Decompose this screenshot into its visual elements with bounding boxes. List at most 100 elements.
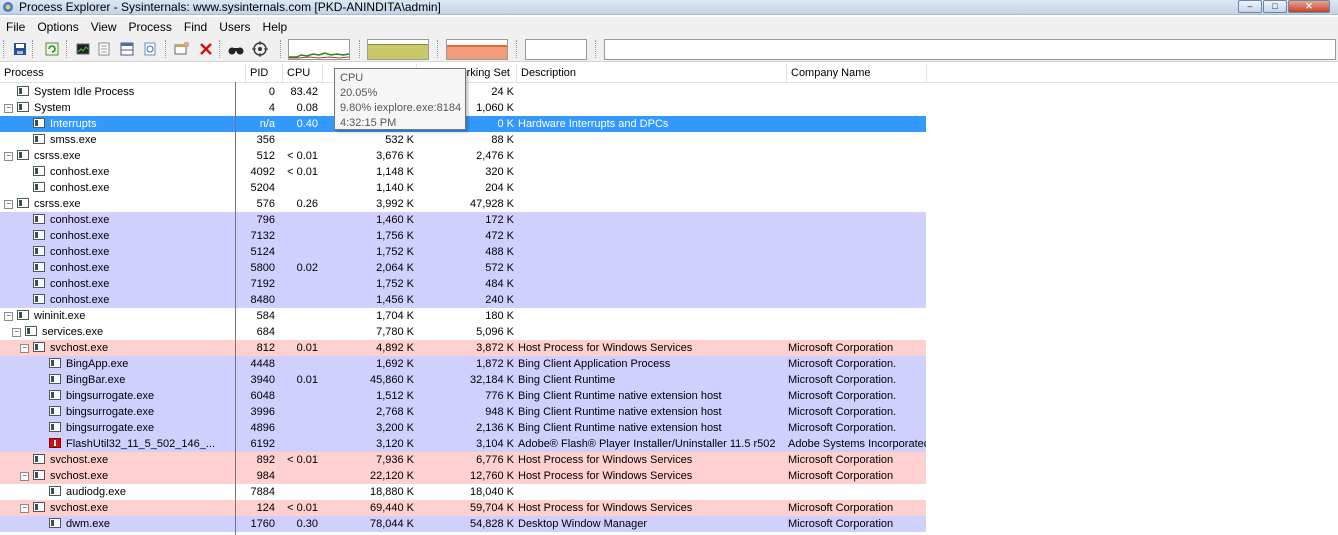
process-row[interactable]: bingsurrogate.exe 6048 1,512 K 776 K Bing Cl… xyxy=(0,388,926,404)
process-company xyxy=(788,308,926,324)
menu-options[interactable]: Options xyxy=(31,17,84,37)
close-button[interactable]: ✕ xyxy=(1288,0,1330,13)
process-pid: 5800 xyxy=(250,262,275,274)
process-cpu: < 0.01 xyxy=(287,150,318,162)
process-name: wininit.exe xyxy=(34,310,86,322)
process-row[interactable]: conhost.exe 4092 < 0.01 1,148 K 320 K xyxy=(0,164,926,180)
column-cpu[interactable]: CPU xyxy=(283,64,323,82)
process-row[interactable]: − csrss.exe 512 < 0.01 3,676 K 2,476 K xyxy=(0,148,926,164)
process-company xyxy=(788,292,926,308)
process-row[interactable]: conhost.exe 8480 1,456 K 240 K xyxy=(0,292,926,308)
menu-view[interactable]: View xyxy=(85,17,123,37)
process-name: conhost.exe xyxy=(50,278,110,290)
process-name: System xyxy=(34,102,71,114)
process-company: Microsoft Corporation xyxy=(788,342,894,354)
process-private-bytes: 3,200 K xyxy=(376,422,414,434)
process-explorer-icon xyxy=(3,2,13,12)
process-row[interactable]: − svchost.exe 124 < 0.01 69,440 K 59,704 K Hos… xyxy=(0,500,926,516)
process-working-set: 88 K xyxy=(491,134,514,146)
process-company: Microsoft Corporation. xyxy=(788,390,897,402)
process-row[interactable]: BingBar.exe 3940 0.01 45,860 K 32,184 K Bing … xyxy=(0,372,926,388)
process-working-set: 32,184 K xyxy=(469,374,514,386)
process-row[interactable]: svchost.exe 892 < 0.01 7,936 K 6,776 K Host P… xyxy=(0,452,926,468)
collapse-toggle-icon[interactable]: − xyxy=(12,328,21,337)
process-private-bytes: 1,140 K xyxy=(376,182,414,194)
process-row[interactable]: audiodg.exe 7884 18,880 K 18,040 K xyxy=(0,484,926,500)
process-company: Adobe Systems Incorporated xyxy=(788,438,926,450)
process-row[interactable]: conhost.exe 5800 0.02 2,064 K 572 K xyxy=(0,260,926,276)
process-pid: 124 xyxy=(256,502,275,514)
cpu-graph[interactable] xyxy=(288,39,350,60)
properties-icon[interactable] xyxy=(95,40,112,57)
process-name: conhost.exe xyxy=(50,294,110,306)
column-divider xyxy=(235,82,236,535)
collapse-toggle-icon[interactable]: − xyxy=(4,104,13,113)
maximize-button[interactable]: □ xyxy=(1263,0,1287,13)
process-pid: 6192 xyxy=(250,438,275,450)
process-pid: 984 xyxy=(256,470,275,482)
process-icon xyxy=(49,486,61,496)
target-icon[interactable] xyxy=(251,40,268,57)
process-row[interactable]: conhost.exe 7192 1,752 K 484 K xyxy=(0,276,926,292)
collapse-toggle-icon[interactable]: − xyxy=(20,504,29,513)
menu-process[interactable]: Process xyxy=(123,17,178,37)
commit-graph[interactable] xyxy=(367,39,429,60)
io-graph[interactable] xyxy=(446,39,508,60)
process-row[interactable]: − wininit.exe 584 1,704 K 180 K xyxy=(0,308,926,324)
process-row[interactable]: dwm.exe 1760 0.30 78,044 K 54,828 K Desktop W… xyxy=(0,516,926,532)
collapse-toggle-icon[interactable]: − xyxy=(4,152,13,161)
process-cpu xyxy=(286,276,318,292)
kill-icon[interactable] xyxy=(197,40,214,57)
process-row[interactable]: conhost.exe 7132 1,756 K 472 K xyxy=(0,228,926,244)
process-private-bytes: 1,752 K xyxy=(376,278,414,290)
toolbar-grip xyxy=(516,40,518,58)
process-row[interactable]: smss.exe 356 532 K 88 K xyxy=(0,132,926,148)
process-row[interactable]: conhost.exe 5124 1,752 K 488 K xyxy=(0,244,926,260)
process-name: bingsurrogate.exe xyxy=(66,422,155,434)
process-row[interactable]: bingsurrogate.exe 4896 3,200 K 2,136 K Bing … xyxy=(0,420,926,436)
process-icon xyxy=(49,406,61,416)
toolbar-separator xyxy=(219,40,221,58)
tooltip-value: 20.05% xyxy=(340,87,378,99)
minimize-button[interactable]: – xyxy=(1238,0,1262,13)
process-row[interactable]: BingApp.exe 4448 1,692 K 1,872 K Bing Client… xyxy=(0,356,926,372)
process-row[interactable]: bingsurrogate.exe 3996 2,768 K 948 K Bing Cl… xyxy=(0,404,926,420)
process-icon xyxy=(17,198,29,208)
process-row[interactable]: − svchost.exe 812 0.01 4,892 K 3,872 K Host Pr… xyxy=(0,340,926,356)
save-icon[interactable] xyxy=(11,40,28,57)
process-row[interactable]: − services.exe 684 7,780 K 5,096 K xyxy=(0,324,926,340)
process-name: dwm.exe xyxy=(66,518,111,530)
lower-pane-icon[interactable] xyxy=(118,40,135,57)
menu-find[interactable]: Find xyxy=(178,17,213,37)
process-cpu xyxy=(286,388,318,404)
process-row[interactable]: conhost.exe 796 1,460 K 172 K xyxy=(0,212,926,228)
collapse-toggle-icon[interactable]: − xyxy=(20,344,29,353)
column-company-name[interactable]: Company Name xyxy=(787,64,927,82)
menu-help[interactable]: Help xyxy=(257,17,294,37)
disk-graph[interactable] xyxy=(604,39,1336,60)
column-description[interactable]: Description xyxy=(517,64,787,82)
collapse-toggle-icon[interactable]: − xyxy=(4,200,13,209)
process-row[interactable]: − svchost.exe 984 22,120 K 12,760 K Host Proc… xyxy=(0,468,926,484)
menu-users[interactable]: Users xyxy=(213,17,256,37)
process-cpu: 0.01 xyxy=(296,342,318,354)
collapse-toggle-icon[interactable]: − xyxy=(20,472,29,481)
process-row[interactable]: conhost.exe 5204 1,140 K 204 K xyxy=(0,180,926,196)
find-icon[interactable] xyxy=(227,40,244,57)
process-description: Bing Client Runtime native extension hos… xyxy=(518,406,722,418)
process-row[interactable]: FlashUtil32_11_5_502_146_... 6192 3,120 K 3… xyxy=(0,436,926,452)
collapse-toggle-icon[interactable]: − xyxy=(4,312,13,321)
column-pid[interactable]: PID xyxy=(246,64,283,82)
column-process[interactable]: Process xyxy=(0,64,246,82)
process-company: Microsoft Corporation xyxy=(788,470,894,482)
process-row[interactable]: − csrss.exe 576 0.26 3,992 K 47,928 K xyxy=(0,196,926,212)
process-description xyxy=(518,244,786,260)
system-info-icon[interactable] xyxy=(74,40,91,57)
network-graph[interactable] xyxy=(525,39,587,60)
menu-file[interactable]: File xyxy=(0,17,31,37)
refresh-icon[interactable] xyxy=(43,40,60,57)
dll-icon[interactable] xyxy=(141,40,158,57)
process-icon xyxy=(33,278,45,288)
process-pid: 4092 xyxy=(250,166,275,178)
window-icon[interactable] xyxy=(173,40,190,57)
